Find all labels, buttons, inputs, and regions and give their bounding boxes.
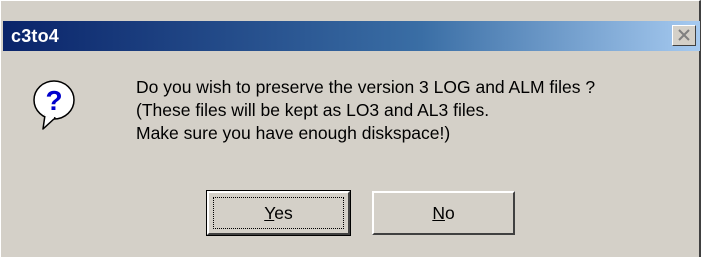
question-mark-balloon-icon: ? xyxy=(33,80,75,130)
yes-button[interactable]: Yes xyxy=(206,190,351,236)
no-accelerator: N xyxy=(432,202,445,223)
dialog-window: c3to4 ? Do you wish to preserve the vers… xyxy=(0,0,701,257)
svg-text:?: ? xyxy=(45,85,62,116)
yes-label-rest: es xyxy=(274,202,293,223)
yes-accelerator: Y xyxy=(264,202,275,223)
message-line-1: Do you wish to preserve the version 3 LO… xyxy=(136,77,596,97)
no-button[interactable]: No xyxy=(372,191,515,235)
yes-button-label: Yes xyxy=(264,203,293,224)
message-line-3: Make sure you have enough diskspace!) xyxy=(136,123,451,143)
close-button[interactable] xyxy=(672,25,696,46)
message-line-2: (These files will be kept as LO3 and AL3… xyxy=(136,100,490,120)
no-button-label: No xyxy=(432,203,454,224)
no-label-rest: o xyxy=(444,202,455,223)
title-bar[interactable]: c3to4 xyxy=(3,21,700,51)
message-text: Do you wish to preserve the version 3 LO… xyxy=(136,76,595,145)
close-x-icon xyxy=(678,29,690,41)
window-title: c3to4 xyxy=(11,26,60,46)
